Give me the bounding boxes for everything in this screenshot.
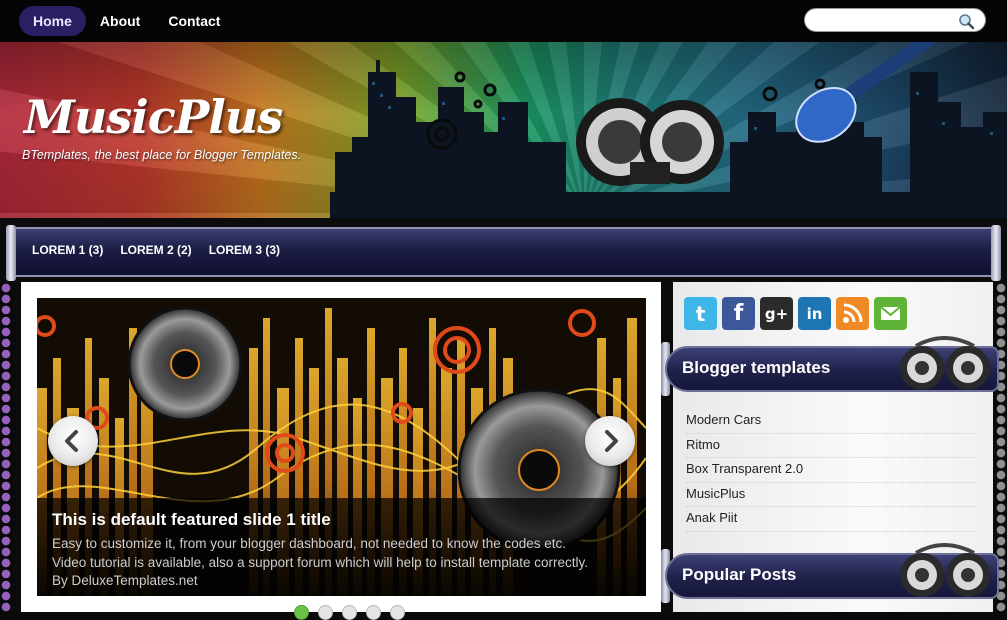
nav-home[interactable]: Home <box>19 6 86 36</box>
list-item[interactable]: Ritmo <box>686 434 976 458</box>
slide-text-line-3: By DeluxeTemplates.net <box>52 573 198 588</box>
widget-title: Popular Posts <box>682 565 797 584</box>
slider-dot-2[interactable] <box>318 605 333 620</box>
slider-dot-5[interactable] <box>390 605 405 620</box>
slide-caption: This is default featured slide 1 title E… <box>37 498 646 596</box>
blogger-templates-list: Modern Cars Ritmo Box Transparent 2.0 Mu… <box>686 409 976 532</box>
chevron-right-icon <box>605 430 618 452</box>
category-link-2[interactable]: LOREM 2 (2) <box>120 243 191 257</box>
slider-dot-4[interactable] <box>366 605 381 620</box>
search-icon[interactable] <box>957 12 975 30</box>
nav-about[interactable]: About <box>86 6 154 36</box>
category-link-1[interactable]: LOREM 1 (3) <box>32 243 103 257</box>
category-links: LOREM 1 (3) LOREM 2 (2) LOREM 3 (3) <box>32 243 280 257</box>
linkedin-icon[interactable]: in <box>798 297 831 330</box>
slider-prev-button[interactable] <box>48 416 98 466</box>
widget-header-popular-posts: Popular Posts <box>661 543 1007 607</box>
widget-header-blogger-templates: Blogger templates <box>661 336 1007 400</box>
category-bar-left-cap <box>6 225 16 281</box>
list-item[interactable]: Box Transparent 2.0 <box>686 458 976 483</box>
rss-glyph <box>843 303 863 323</box>
city-skyline-illustration <box>330 42 1007 222</box>
slider-dot-3[interactable] <box>342 605 357 620</box>
top-navigation-bar: Home About Contact <box>0 0 1007 42</box>
header-banner: MusicPlus BTemplates, the best place for… <box>0 42 1007 222</box>
list-item[interactable]: Anak Piit <box>686 507 976 532</box>
social-icons: t f g+ in <box>684 297 907 330</box>
facebook-icon[interactable]: f <box>722 297 755 330</box>
site-logo[interactable]: MusicPlus <box>24 90 283 144</box>
slide-text-line-2: Video tutorial is available, also a supp… <box>52 554 589 570</box>
slider-dot-1[interactable] <box>294 605 309 620</box>
slide-title[interactable]: This is default featured slide 1 title <box>52 510 631 530</box>
left-dot-border <box>0 282 14 612</box>
category-bar: LOREM 1 (3) LOREM 2 (2) LOREM 3 (3) <box>6 225 1001 281</box>
slider-pager <box>294 605 405 620</box>
site-tagline: BTemplates, the best place for Blogger T… <box>22 148 302 162</box>
twitter-icon[interactable]: t <box>684 297 717 330</box>
featured-slider: This is default featured slide 1 title E… <box>37 298 646 596</box>
slide-text-line-1: Easy to customize it, from your blogger … <box>52 536 567 551</box>
category-bar-wrapper: LOREM 1 (3) LOREM 2 (2) LOREM 3 (3) <box>0 218 1007 282</box>
envelope-glyph <box>880 306 901 320</box>
search-box <box>804 8 986 32</box>
list-item[interactable]: MusicPlus <box>686 483 976 507</box>
nav-contact[interactable]: Contact <box>154 6 234 36</box>
email-icon[interactable] <box>874 297 907 330</box>
category-link-3[interactable]: LOREM 3 (3) <box>209 243 280 257</box>
google-plus-icon[interactable]: g+ <box>760 297 793 330</box>
headphones-icon <box>900 336 990 390</box>
search-input[interactable] <box>815 12 955 28</box>
slider-next-button[interactable] <box>585 416 635 466</box>
category-bar-right-cap <box>991 225 1001 281</box>
headphones-icon <box>900 543 990 597</box>
widget-title: Blogger templates <box>682 358 831 377</box>
chevron-left-icon <box>65 430 78 452</box>
top-nav: Home About Contact <box>19 6 234 36</box>
rss-icon[interactable] <box>836 297 869 330</box>
list-item[interactable]: Modern Cars <box>686 409 976 434</box>
